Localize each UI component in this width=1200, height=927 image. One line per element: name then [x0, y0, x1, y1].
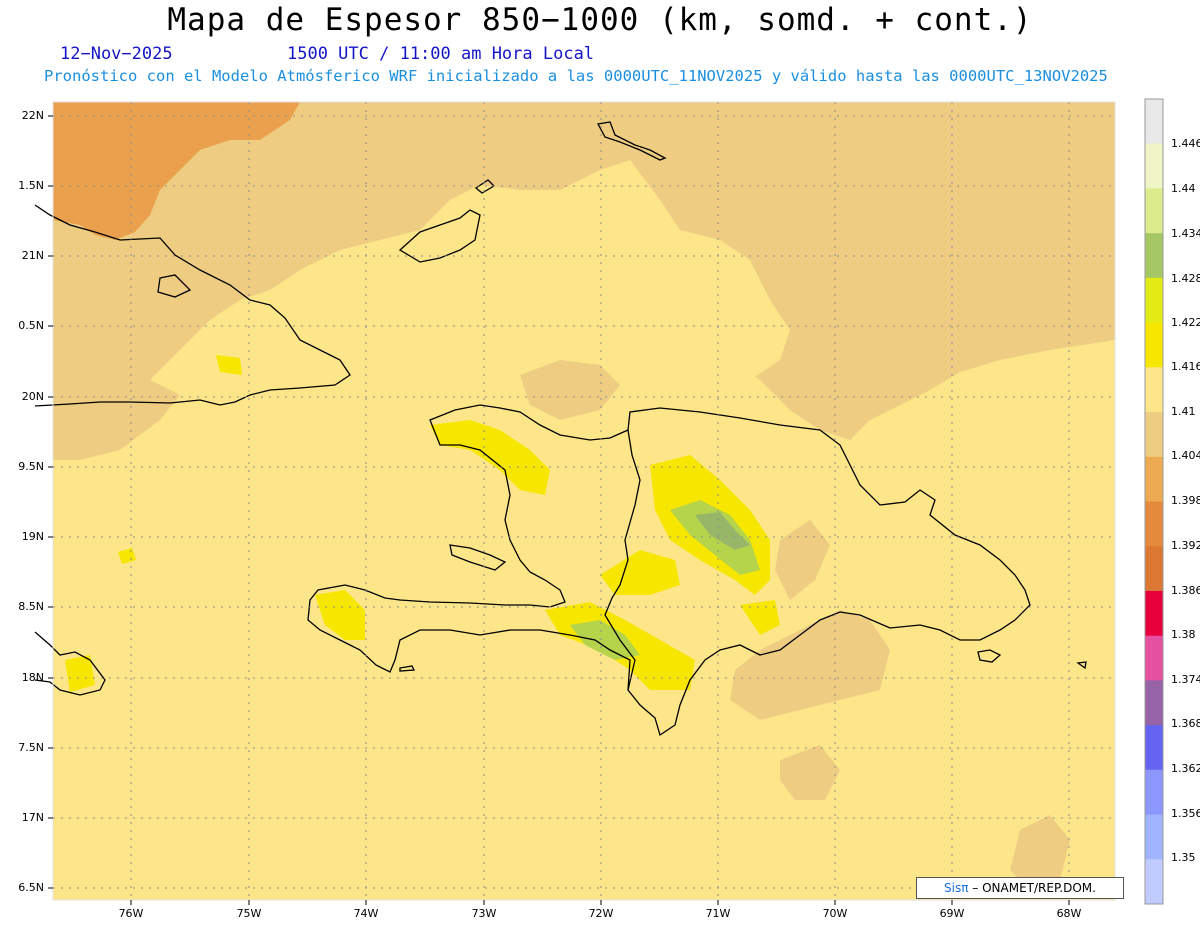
- colorbar-label: 1.428: [1171, 272, 1200, 285]
- colorbar-swatch: [1145, 99, 1163, 145]
- colorbar-label: 1.374: [1171, 673, 1200, 686]
- colorbar-label: 1.41: [1171, 405, 1196, 418]
- colorbar-label: 1.368: [1171, 717, 1200, 730]
- colorbar-swatch: [1145, 769, 1163, 815]
- lon-label: 68W: [1056, 907, 1082, 920]
- colorbar-swatch: [1145, 367, 1163, 413]
- colorbar-label: 1.356: [1171, 807, 1200, 820]
- colorbar-swatch: [1145, 725, 1163, 771]
- colorbar-swatch: [1145, 233, 1163, 279]
- lat-label: 0.5N: [18, 319, 44, 332]
- colorbar-label: 1.44: [1171, 182, 1196, 195]
- lat-label: 21N: [21, 249, 44, 262]
- colorbar-swatch: [1145, 143, 1163, 189]
- lat-label: 19N: [21, 530, 44, 543]
- colorbar-swatch: [1145, 859, 1163, 905]
- lon-label: 76W: [118, 907, 144, 920]
- colorbar-swatch: [1145, 277, 1163, 324]
- lat-label: 20N: [21, 390, 44, 403]
- lon-label: 70W: [822, 907, 848, 920]
- colorbar-swatch: [1145, 188, 1163, 234]
- colorbar-swatch: [1145, 680, 1163, 726]
- thickness-map: [34, 98, 1164, 905]
- lat-label: 22N: [21, 109, 44, 122]
- lat-label: 9.5N: [18, 460, 44, 473]
- colorbar-swatch: [1145, 501, 1163, 547]
- colorbar-label: 1.446: [1171, 137, 1200, 150]
- colorbar-swatch: [1145, 590, 1163, 637]
- colorbar-label: 1.362: [1171, 762, 1200, 775]
- lon-label: 74W: [353, 907, 379, 920]
- colorbar-label: 1.422: [1171, 316, 1200, 329]
- lon-label: 75W: [236, 907, 262, 920]
- lat-label: 18N: [21, 671, 44, 684]
- colorbar: [1144, 98, 1164, 905]
- colorbar-label: 1.434: [1171, 227, 1200, 240]
- colorbar-label: 1.392: [1171, 539, 1200, 552]
- lon-label: 71W: [705, 907, 731, 920]
- colorbar-label: 1.416: [1171, 360, 1200, 373]
- credit-brand: Sisπ: [944, 881, 969, 895]
- lon-label: 72W: [588, 907, 614, 920]
- lat-label: 1.5N: [18, 179, 44, 192]
- lat-label: 8.5N: [18, 600, 44, 613]
- lat-label: 6.5N: [18, 881, 44, 894]
- lon-label: 69W: [939, 907, 965, 920]
- credit-text: – ONAMET/REP.DOM.: [972, 881, 1096, 895]
- colorbar-swatch: [1145, 546, 1163, 592]
- colorbar-label: 1.398: [1171, 494, 1200, 507]
- colorbar-label: 1.386: [1171, 584, 1200, 597]
- colorbar-swatch: [1145, 635, 1163, 681]
- credit-box: Sisπ – ONAMET/REP.DOM.: [916, 877, 1124, 899]
- colorbar-swatch: [1145, 814, 1163, 860]
- lat-label: 17N: [21, 811, 44, 824]
- lon-label: 73W: [471, 907, 497, 920]
- colorbar-label: 1.35: [1171, 851, 1196, 864]
- colorbar-swatch: [1145, 322, 1163, 368]
- colorbar-label: 1.404: [1171, 449, 1200, 462]
- colorbar-swatch: [1145, 412, 1163, 458]
- colorbar-swatch: [1145, 456, 1163, 502]
- colorbar-label: 1.38: [1171, 628, 1196, 641]
- lat-label: 7.5N: [18, 741, 44, 754]
